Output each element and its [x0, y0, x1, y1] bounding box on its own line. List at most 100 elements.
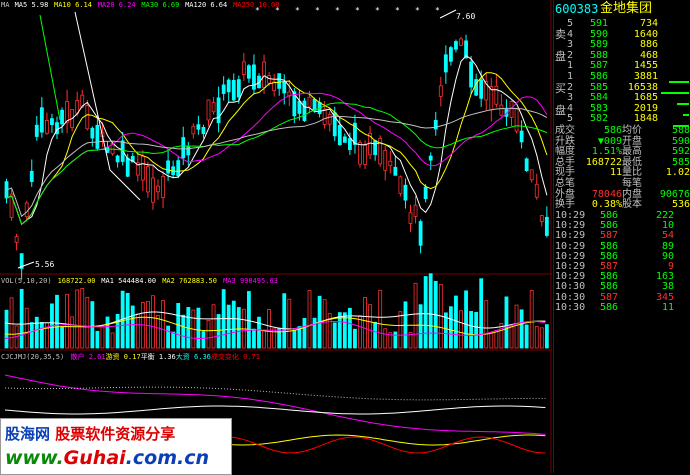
volume-bar [302, 317, 307, 349]
stat-value: 11 [609, 167, 622, 179]
volume-bar [135, 313, 140, 349]
watermark-title: 股海网 股票软件资源分享 [5, 423, 175, 444]
stat-value: 586 [603, 125, 622, 136]
volume-bar [231, 300, 236, 349]
stock-header: 600383 金地集团 [554, 2, 690, 17]
ma10-line [6, 72, 548, 226]
kline-chart-area[interactable]: * * * * * * * * * * MA MA5 5.98 MA10 6.14 MA20 6.24 M… [0, 0, 552, 473]
stat-label: 量比 [622, 167, 642, 179]
site-watermark[interactable]: 股海网 股票软件资源分享 www.Guhai.com.cn [0, 418, 232, 475]
volume-bar [34, 316, 39, 349]
candle-body [534, 183, 539, 198]
bid-volume: 16538 [627, 81, 658, 93]
indicator-legend-item-5: 成交变化 0.71 [210, 353, 260, 361]
volume-bar [524, 324, 529, 349]
candle-body [423, 186, 428, 199]
volume-bar [378, 289, 383, 349]
tick-row: 10:30 586 11 [554, 302, 690, 313]
buy-label-1: 买 [555, 82, 566, 95]
volume-bar [85, 296, 90, 349]
event-marker: * [435, 6, 440, 15]
ma-line-fragment [39, 14, 61, 121]
indicator-legend-item-1: 散户 2.61 [70, 353, 106, 361]
stat-label: 股本 [622, 199, 642, 211]
volume-bar [413, 282, 418, 349]
candle-body [115, 155, 120, 163]
site-name: 股海网 [5, 425, 51, 443]
chart-canvas[interactable]: * * * * * * * * * * [0, 0, 552, 473]
stat-label: 升跌 [555, 135, 575, 147]
candle-body [206, 99, 211, 121]
volume-bar [332, 322, 337, 349]
volume-bar [479, 278, 484, 349]
candle-body [514, 108, 519, 132]
volume-bar [418, 304, 423, 349]
volume-bar [469, 311, 474, 349]
site-url[interactable]: www.Guhai.com.cn [5, 447, 209, 469]
ma-legend-item-2: MA10 6.14 [54, 1, 92, 9]
volume-bar [252, 328, 256, 349]
volume-bar [110, 332, 115, 349]
volume-bar [246, 291, 251, 349]
volume-bar [282, 293, 287, 349]
candle-body [438, 85, 443, 97]
candle-body [95, 124, 100, 149]
volume-bar [347, 307, 352, 349]
ma-legend-item-4: MA30 6.69 [141, 1, 180, 9]
candle-body [342, 136, 347, 143]
ma-legend-item-0: MA [1, 1, 10, 9]
volume-bar [287, 298, 292, 349]
candle-body [544, 216, 549, 236]
candle-body [211, 102, 216, 113]
indicator-legend-item-2: 游资 0.17 [105, 353, 141, 361]
bid-volume: 1848 [633, 113, 658, 125]
stat-label: 每笔 [622, 178, 642, 189]
stat-label: 现手 [555, 167, 575, 179]
bid-depth-bar [673, 125, 689, 127]
candle-body [176, 160, 181, 177]
volume-bar [226, 304, 231, 349]
volume-bar [544, 324, 549, 349]
stat-label: 开盘 [622, 135, 642, 147]
volume-legend-item-1: 168722.00 [57, 277, 96, 285]
url-www: www. [5, 447, 64, 469]
buy-label-2: 盘 [555, 104, 566, 117]
ask-price: 588 [589, 49, 608, 61]
candle-body [262, 61, 266, 88]
bid-volume: 3881 [633, 71, 658, 82]
indicator-dotted-line [4, 386, 546, 401]
stat-value: 90676 [659, 188, 690, 200]
volume-bar [206, 320, 211, 349]
volume-bar [161, 300, 165, 349]
candle-body [191, 125, 196, 135]
volume-bar [39, 321, 44, 349]
volume-bar [151, 295, 155, 349]
volume-bar [145, 300, 150, 349]
candle-body [14, 236, 19, 243]
site-slogan: 股票软件资源分享 [55, 425, 176, 443]
candle-body [166, 160, 171, 174]
volume-bar [398, 311, 403, 349]
bid-price: 582 [589, 113, 608, 125]
candle-body [161, 176, 165, 199]
volume-bar [70, 316, 75, 349]
volume-bar [100, 326, 105, 349]
volume-bar [428, 273, 433, 349]
stat-label: 总笔 [555, 178, 575, 189]
candle-body [145, 166, 150, 193]
candle-body [50, 118, 54, 125]
candle-body [479, 79, 484, 99]
stat-label: 成交 [555, 125, 575, 136]
bid-depth-bar [661, 92, 689, 94]
candle-body [85, 105, 90, 130]
candle-body [383, 149, 388, 171]
candle-body [499, 104, 504, 116]
indicator-balance-line [4, 405, 546, 415]
candle-body [39, 107, 44, 133]
candle-body [413, 204, 418, 217]
candle-body [519, 130, 524, 143]
candle-body [216, 97, 221, 124]
stat-row: 成交 586 均价 588 [554, 125, 690, 136]
volume-legend-item-3: MA2 762883.50 [162, 277, 217, 285]
candle-body [337, 125, 342, 146]
